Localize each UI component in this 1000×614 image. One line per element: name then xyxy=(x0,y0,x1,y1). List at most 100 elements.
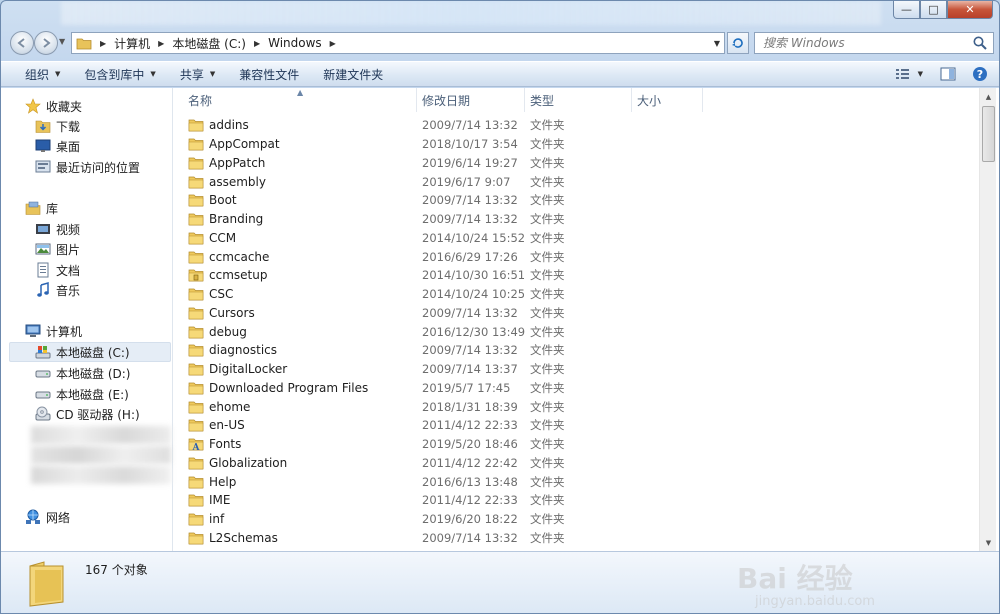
nav-recent-places-label: 最近访问的位置 xyxy=(56,160,141,175)
address-dropdown[interactable]: ▼ xyxy=(714,39,720,48)
folder-icon xyxy=(188,120,204,132)
table-row[interactable]: Downloaded Program Files 2019/5/7 17:45 文件… xyxy=(174,379,978,398)
table-row[interactable]: Globalization 2011/4/12 22:42 文件夹 xyxy=(174,454,978,473)
breadcrumb-separator[interactable]: ▶ xyxy=(330,39,336,48)
breadcrumb-item[interactable]: 计算机 xyxy=(114,35,150,52)
nav-computer[interactable]: 计算机 xyxy=(25,321,82,341)
nav-music-label: 音乐 xyxy=(56,283,81,298)
nav-videos[interactable]: 视频 xyxy=(35,219,80,239)
table-row[interactable]: AppPatch 2019/6/14 19:27 文件夹 xyxy=(174,154,978,173)
scroll-thumb[interactable] xyxy=(982,106,995,162)
nav-music[interactable]: 音乐 xyxy=(35,280,80,300)
minimize-button[interactable]: — xyxy=(893,1,920,19)
scroll-down-button[interactable]: ▼ xyxy=(980,534,997,551)
file-type: 文件夹 xyxy=(530,530,565,545)
nav-drive-c[interactable]: 本地磁盘 (C:) xyxy=(9,342,171,362)
table-row[interactable]: diagnostics 2009/7/14 13:32 文件夹 xyxy=(174,341,978,360)
breadcrumb-separator[interactable]: ▶ xyxy=(158,39,164,48)
column-header-size[interactable]: 大小 xyxy=(637,92,661,108)
table-row[interactable]: A Fonts 2019/5/20 18:46 文件夹 xyxy=(174,435,978,454)
address-bar[interactable]: ▶ 计算机 ▶ 本地磁盘 (C:) ▶ Windows ▶ ▼ xyxy=(71,32,725,54)
file-type: 文件夹 xyxy=(530,305,565,320)
close-button[interactable]: ✕ xyxy=(947,1,993,19)
file-name: Globalization xyxy=(188,456,287,470)
folder-icon: A xyxy=(188,438,204,451)
table-row[interactable]: L2Schemas 2009/7/14 13:32 文件夹 xyxy=(174,529,978,548)
column-header-modified[interactable]: 修改日期 xyxy=(422,92,470,108)
table-row[interactable]: addins 2009/7/14 13:32 文件夹 xyxy=(174,116,978,135)
table-row[interactable]: inf 2019/6/20 18:22 文件夹 xyxy=(174,510,978,529)
nav-network[interactable]: 网络 xyxy=(25,507,70,527)
baidu-watermark: Bai 经验 jingyan.baidu.com xyxy=(737,562,875,608)
column-divider[interactable] xyxy=(702,88,703,112)
table-row[interactable]: DigitalLocker 2009/7/14 13:37 文件夹 xyxy=(174,360,978,379)
nav-cd-drive[interactable]: CD 驱动器 (H:) xyxy=(35,404,140,424)
recent-pages-dropdown[interactable]: ▼ xyxy=(59,37,65,46)
new-folder-button[interactable]: 新建文件夹 xyxy=(311,62,395,86)
table-row[interactable]: ccmcache 2016/6/29 17:26 文件夹 xyxy=(174,247,978,266)
search-icon[interactable] xyxy=(972,35,988,51)
table-row[interactable]: Branding 2009/7/14 13:32 文件夹 xyxy=(174,210,978,229)
table-row[interactable]: en-US 2011/4/12 22:33 文件夹 xyxy=(174,416,978,435)
maximize-button[interactable]: □ xyxy=(920,1,947,19)
back-button[interactable] xyxy=(10,31,34,55)
file-list: ▲ 名称 修改日期 类型 大小 addins 2009/7/14 13:32 文件夹… xyxy=(174,88,978,551)
nav-recent-places[interactable]: 最近访问的位置 xyxy=(35,157,140,177)
breadcrumb-separator[interactable]: ▶ xyxy=(100,39,106,48)
share-menu[interactable]: 共享 ▼ xyxy=(168,62,227,86)
preview-pane-button[interactable] xyxy=(937,64,959,84)
refresh-button[interactable] xyxy=(727,32,749,54)
table-row[interactable]: ccmsetup 2014/10/30 16:51 文件夹 xyxy=(174,266,978,285)
compatibility-files-button[interactable]: 兼容性文件 xyxy=(227,62,311,86)
change-view-button[interactable] xyxy=(892,64,914,84)
file-type: 文件夹 xyxy=(530,455,565,470)
nav-libraries[interactable]: 库 xyxy=(25,198,58,218)
table-row[interactable]: ehome 2018/1/31 18:39 文件夹 xyxy=(174,397,978,416)
scroll-up-button[interactable]: ▲ xyxy=(980,88,997,105)
item-count: 167 个对象 xyxy=(85,563,148,577)
breadcrumb-item[interactable]: Windows xyxy=(268,36,322,50)
nav-downloads[interactable]: 下载 xyxy=(35,116,80,136)
file-modified: 2019/5/20 18:46 xyxy=(422,437,518,452)
include-in-library-menu[interactable]: 包含到库中 ▼ xyxy=(72,62,167,86)
search-input[interactable] xyxy=(755,34,972,52)
column-divider[interactable] xyxy=(524,88,525,112)
include-in-library-label: 包含到库中 xyxy=(84,67,145,82)
vertical-scrollbar[interactable]: ▲ ▼ xyxy=(979,88,996,551)
column-header-type[interactable]: 类型 xyxy=(530,92,554,108)
column-divider[interactable] xyxy=(631,88,632,112)
table-row[interactable]: IME 2011/4/12 22:33 文件夹 xyxy=(174,491,978,510)
organize-menu[interactable]: 组织 ▼ xyxy=(1,62,72,86)
help-button[interactable]: ? xyxy=(969,64,991,84)
breadcrumb-separator[interactable]: ▶ xyxy=(254,39,260,48)
file-modified: 2009/7/14 13:32 xyxy=(422,193,518,208)
file-type: 文件夹 xyxy=(530,155,565,170)
nav-drive-e[interactable]: 本地磁盘 (E:) xyxy=(35,384,129,404)
table-row[interactable]: debug 2016/12/30 13:49 文件夹 xyxy=(174,322,978,341)
details-pane: 167 个对象 Bai 经验 jingyan.baidu.com xyxy=(1,551,999,613)
nav-pictures[interactable]: 图片 xyxy=(35,239,80,259)
title-bar xyxy=(61,1,881,25)
table-row[interactable]: AppCompat 2018/10/17 3:54 文件夹 xyxy=(174,135,978,154)
column-divider[interactable] xyxy=(416,88,417,112)
table-row[interactable]: CSC 2014/10/24 10:25 文件夹 xyxy=(174,285,978,304)
file-name: Help xyxy=(188,475,236,489)
chevron-down-icon[interactable]: ▼ xyxy=(918,70,923,78)
help-icon: ? xyxy=(973,67,987,81)
table-row[interactable]: Boot 2009/7/14 13:32 文件夹 xyxy=(174,191,978,210)
breadcrumb-item[interactable]: 本地磁盘 (C:) xyxy=(172,35,246,52)
nav-documents[interactable]: 文档 xyxy=(35,260,80,280)
nav-desktop[interactable]: 桌面 xyxy=(35,136,80,156)
nav-drive-c-label: 本地磁盘 (C:) xyxy=(56,345,130,360)
table-row[interactable]: Cursors 2009/7/14 13:32 文件夹 xyxy=(174,304,978,323)
column-header-name[interactable]: 名称 xyxy=(188,92,212,108)
file-name-label: IME xyxy=(209,493,231,508)
table-row[interactable]: CCM 2014/10/24 15:52 文件夹 xyxy=(174,229,978,248)
file-type: 文件夹 xyxy=(530,193,565,208)
nav-drive-d[interactable]: 本地磁盘 (D:) xyxy=(35,363,130,383)
forward-button[interactable] xyxy=(34,31,58,55)
search-box[interactable] xyxy=(754,32,994,54)
table-row[interactable]: assembly 2019/6/17 9:07 文件夹 xyxy=(174,172,978,191)
table-row[interactable]: Help 2016/6/13 13:48 文件夹 xyxy=(174,472,978,491)
nav-favorites[interactable]: 收藏夹 xyxy=(25,96,82,116)
